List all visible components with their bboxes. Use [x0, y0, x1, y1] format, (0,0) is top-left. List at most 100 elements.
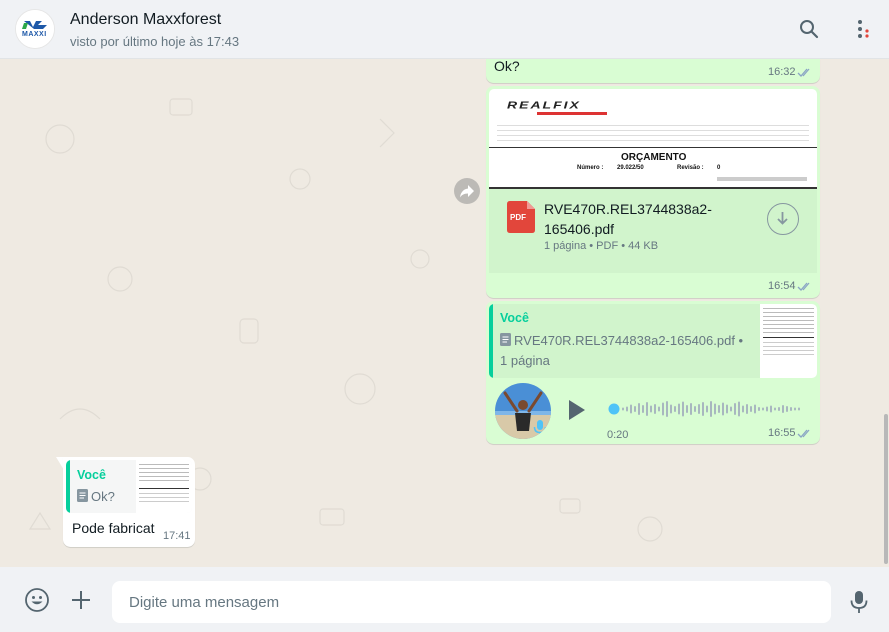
download-button[interactable] — [767, 203, 799, 235]
chat-scrollbar[interactable] — [884, 414, 888, 564]
pdf-body-lines — [717, 177, 807, 181]
forward-icon — [460, 185, 474, 198]
quote-thumb-line-bold — [763, 337, 814, 338]
waveform-bar — [638, 403, 640, 415]
quote-accent-bar — [66, 460, 70, 513]
waveform-bar — [694, 406, 696, 412]
waveform-bar — [686, 405, 688, 413]
chat-header: MAXXI Anderson Maxxforest visto por últi… — [0, 0, 889, 59]
read-ticks-icon — [797, 282, 810, 291]
message-bubble-audio[interactable]: Você RVE470R.REL3744838a2-165406.pdf • 1… — [486, 301, 820, 444]
message-input[interactable] — [112, 581, 831, 623]
pdf-numero-value: 29.022/50 — [617, 165, 644, 171]
avatar-logo-text: MAXXI — [22, 31, 47, 38]
emoji-button[interactable] — [24, 587, 50, 613]
voice-record-button[interactable] — [846, 589, 872, 615]
quote-thumb-line-bold — [139, 488, 189, 489]
waveform-bar — [754, 404, 756, 414]
maxxi-logo-icon — [16, 10, 54, 48]
waveform-bar — [734, 403, 736, 415]
waveform-bar — [626, 406, 628, 412]
waveform-bar — [758, 407, 760, 411]
pdf-doc-title: ORÇAMENTO — [621, 152, 687, 163]
audio-sender-avatar — [495, 383, 551, 439]
quoted-message[interactable]: Você Ok? — [66, 460, 192, 513]
waveform-bar — [794, 407, 796, 411]
pdf-preview-thumbnail[interactable]: REALFIX ORÇAMENTO Número : 29.022/50 Rev… — [489, 89, 817, 189]
waveform-bar — [786, 406, 788, 412]
menu-button[interactable] — [852, 17, 876, 41]
waveform-bar — [674, 406, 676, 412]
waveform-bar — [742, 405, 744, 413]
waveform-position-dot[interactable] — [608, 403, 620, 415]
waveform-icon — [608, 401, 800, 417]
quote-text: RVE470R.REL3744838a2-165406.pdf • 1 pági… — [500, 331, 750, 371]
quote-thumbnail — [136, 460, 192, 513]
waveform-bar — [714, 403, 716, 415]
waveform-bar — [718, 405, 720, 413]
waveform-bar — [650, 405, 652, 413]
waveform-bar — [766, 406, 768, 412]
search-icon — [800, 20, 819, 39]
message-bubble-document[interactable]: REALFIX ORÇAMENTO Número : 29.022/50 Rev… — [486, 86, 820, 298]
contact-last-seen: visto por último hoje às 17:43 — [70, 34, 240, 49]
waveform-bar — [654, 404, 656, 414]
pdf-divider — [489, 147, 817, 148]
play-button[interactable] — [566, 397, 588, 423]
pdf-header-lines — [497, 125, 809, 143]
waveform-bar — [746, 404, 748, 414]
message-bubble-incoming[interactable]: Você Ok? Pode fabricat 17:41 — [63, 457, 195, 547]
quote-thumb-lines-2 — [139, 493, 189, 505]
forward-button[interactable] — [454, 178, 480, 204]
message-text: Ok? — [494, 59, 520, 74]
waveform-bar — [634, 406, 636, 412]
attach-button[interactable] — [68, 587, 94, 613]
waveform-bar — [770, 405, 772, 413]
play-icon — [569, 400, 585, 420]
waveform-bar — [622, 407, 624, 411]
waveform-bar — [782, 405, 784, 413]
search-button[interactable] — [797, 17, 821, 41]
waveform-bar — [666, 401, 668, 417]
waveform-bar — [726, 404, 728, 414]
waveform-bar — [778, 407, 780, 411]
waveform-bar — [738, 401, 740, 417]
pdf-brand-underline — [537, 112, 607, 115]
contact-name[interactable]: Anderson Maxxforest — [70, 11, 221, 29]
waveform-bar — [670, 404, 672, 414]
read-ticks-icon — [797, 429, 810, 438]
plus-icon — [72, 591, 90, 609]
waveform-bar — [698, 404, 700, 414]
waveform-bar — [682, 401, 684, 417]
message-list[interactable]: Ok? 16:32 REALFIX ORÇAMENTO Número : 29.… — [0, 59, 889, 567]
waveform-bar — [678, 403, 680, 415]
pdf-file-name: RVE470R.REL3744838a2-165406.pdf — [544, 201, 712, 237]
pdf-badge-label: PDF — [510, 213, 526, 222]
waveform-bar — [798, 407, 800, 411]
menu-dots-icon — [858, 20, 869, 38]
quote-accent-bar — [489, 304, 493, 378]
download-icon — [777, 212, 788, 225]
microphone-icon — [850, 591, 868, 613]
quoted-message[interactable]: Você RVE470R.REL3744838a2-165406.pdf • 1… — [489, 304, 817, 378]
document-icon — [77, 489, 88, 502]
waveform-bar — [790, 407, 792, 411]
pdf-file-card[interactable]: PDF RVE470R.REL3744838a2-165406.pdf 1 pá… — [489, 189, 817, 273]
waveform-bar — [750, 406, 752, 412]
audio-waveform-slider[interactable] — [608, 397, 802, 421]
mic-badge-icon — [533, 420, 547, 436]
quote-text-content: Ok? — [91, 489, 115, 504]
audio-duration: 0:20 — [607, 429, 629, 441]
document-icon — [500, 333, 511, 346]
waveform-bar — [702, 402, 704, 416]
waveform-bar — [710, 401, 712, 417]
quote-thumb-lines — [763, 308, 814, 334]
quote-author: Você — [500, 311, 529, 325]
waveform-bar — [722, 402, 724, 416]
contact-avatar[interactable]: MAXXI — [15, 9, 55, 49]
read-ticks-icon — [797, 68, 810, 77]
message-bubble-outgoing[interactable]: Ok? 16:32 — [486, 59, 820, 83]
quote-thumbnail — [760, 304, 817, 378]
message-time: 17:41 — [163, 530, 191, 542]
waveform-bar — [690, 403, 692, 415]
